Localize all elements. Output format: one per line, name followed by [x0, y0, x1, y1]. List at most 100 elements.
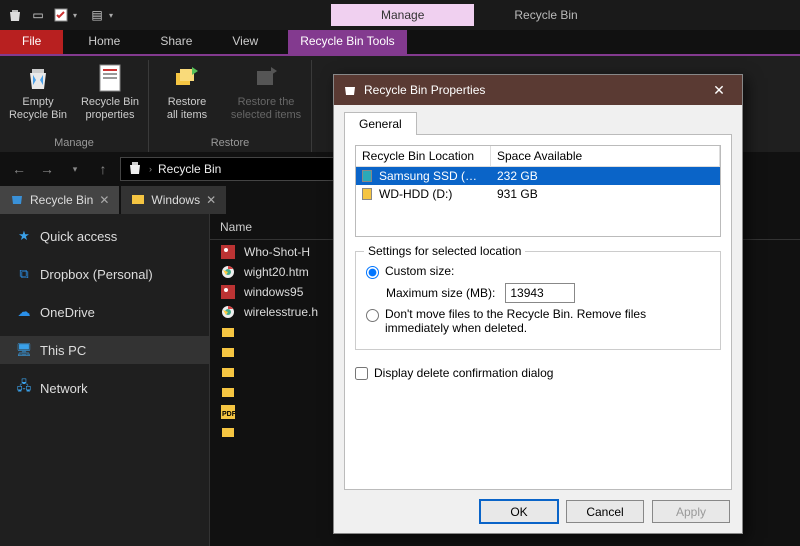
onedrive-icon: ☁	[16, 304, 32, 320]
restore-all-items-button[interactable]: Restore all items	[151, 60, 223, 137]
folder-y-icon	[220, 384, 236, 400]
document-tab-windows[interactable]: Windows ✕	[121, 186, 226, 214]
tab-file[interactable]: File	[0, 30, 63, 54]
settings-groupbox: Settings for selected location Custom si…	[355, 251, 721, 350]
tab-share[interactable]: Share	[140, 30, 212, 54]
properties-sheet-icon	[94, 62, 126, 94]
drive-location: WD-HDD (D:)	[379, 187, 452, 201]
pc-icon: 🖥	[16, 342, 32, 358]
drive-list[interactable]: Recycle Bin Location Space Available Sam…	[355, 145, 721, 237]
close-tab-icon[interactable]: ✕	[99, 193, 109, 207]
drive-list-col-location[interactable]: Recycle Bin Location	[356, 146, 491, 166]
document-tab-recycle-bin[interactable]: Recycle Bin ✕	[0, 186, 119, 214]
tab-view[interactable]: View	[212, 30, 278, 54]
recycle-bin-properties-label: Recycle Bin properties	[81, 94, 139, 122]
nav-this-pc[interactable]: 🖥 This PC	[0, 336, 209, 364]
recycle-bin-icon	[127, 160, 143, 179]
apply-button[interactable]: Apply	[652, 500, 730, 523]
radio-custom-size[interactable]: Custom size:	[366, 264, 710, 279]
restore-selected-label: Restore the selected items	[231, 94, 301, 122]
recycle-bin-properties-dialog: Recycle Bin Properties ✕ General Recycle…	[333, 74, 743, 534]
nav-back-button[interactable]: ←	[8, 158, 30, 180]
pdf-icon: PDF	[220, 404, 236, 420]
drive-icon	[362, 170, 372, 182]
radio-dont-move[interactable]: Don't move files to the Recycle Bin. Rem…	[366, 307, 710, 335]
nav-history-dropdown[interactable]: ▾	[64, 158, 86, 180]
nav-item-label: Network	[40, 381, 88, 396]
max-size-label: Maximum size (MB):	[386, 286, 495, 300]
file-name: windows95	[244, 285, 303, 299]
empty-recycle-bin-button[interactable]: Empty Recycle Bin	[2, 60, 74, 137]
image-icon	[220, 284, 236, 300]
recycle-bin-icon	[10, 192, 24, 209]
folder-y-icon	[220, 344, 236, 360]
checkbox-confirm-delete-input[interactable]	[355, 367, 368, 380]
tab-recycle-bin-tools[interactable]: Recycle Bin Tools	[288, 30, 407, 54]
ok-button[interactable]: OK	[480, 500, 558, 523]
qat-new-folder-icon[interactable]: ▭	[27, 4, 49, 26]
ribbon-group-manage-label: Manage	[54, 137, 94, 152]
dialog-tab-control: General Recycle Bin Location Space Avail…	[344, 111, 732, 490]
chrome-icon	[220, 304, 236, 320]
folder-y-icon	[220, 424, 236, 440]
chrome-icon	[220, 264, 236, 280]
document-tab-label: Recycle Bin	[30, 193, 93, 207]
qat-properties-dropdown-icon[interactable]: ▾	[73, 11, 85, 20]
recycle-bin-empty-icon	[22, 62, 54, 94]
svg-text:PDF: PDF	[222, 411, 235, 418]
star-icon: ★	[16, 228, 32, 244]
nav-network[interactable]: 🖧 Network	[0, 374, 209, 402]
nav-item-label: Dropbox (Personal)	[40, 267, 153, 282]
file-name: wight20.htm	[244, 265, 309, 279]
breadcrumb-location[interactable]: Recycle Bin	[158, 162, 221, 176]
radio-custom-size-input[interactable]	[366, 266, 379, 279]
folder-y-icon	[220, 324, 236, 340]
image-icon	[220, 244, 236, 260]
qat-properties-icon[interactable]	[50, 4, 72, 26]
nav-up-button[interactable]: ↑	[92, 158, 114, 180]
folder-y-icon	[220, 364, 236, 380]
radio-dont-move-input[interactable]	[366, 309, 379, 322]
drive-location: Samsung SSD (…	[379, 169, 477, 183]
qat-more-dropdown-icon[interactable]: ▾	[109, 11, 121, 20]
checkbox-confirm-delete[interactable]: Display delete confirmation dialog	[355, 366, 721, 380]
recycle-bin-icon	[342, 82, 358, 98]
window-title: Recycle Bin	[514, 8, 577, 22]
close-tab-icon[interactable]: ✕	[206, 193, 216, 207]
restore-selected-icon	[250, 62, 282, 94]
nav-dropbox[interactable]: ⧉ Dropbox (Personal)	[0, 260, 209, 288]
file-name: Who-Shot-H	[244, 245, 310, 259]
recycle-bin-properties-button[interactable]: Recycle Bin properties	[74, 60, 146, 137]
window-titlebar: ▭ ▾ ▤ ▾ Manage Recycle Bin	[0, 0, 800, 30]
qat-recycle-bin-icon[interactable]	[4, 4, 26, 26]
navigation-pane: ★ Quick access ⧉ Dropbox (Personal) ☁ On…	[0, 214, 210, 546]
drive-row[interactable]: WD-HDD (D:) 931 GB	[356, 185, 720, 203]
empty-recycle-bin-label: Empty Recycle Bin	[9, 94, 67, 122]
settings-groupbox-legend: Settings for selected location	[364, 244, 525, 258]
max-size-input[interactable]	[505, 283, 575, 303]
restore-all-icon	[171, 62, 203, 94]
tab-general[interactable]: General	[344, 112, 417, 135]
ribbon-group-restore-label: Restore	[211, 137, 250, 152]
ribbon-context-header: Manage	[331, 4, 474, 26]
drive-row[interactable]: Samsung SSD (… 232 GB	[356, 167, 720, 185]
drive-space: 931 GB	[491, 185, 720, 203]
qat-delete-icon[interactable]: ▤	[86, 4, 108, 26]
drive-space: 232 GB	[491, 167, 720, 185]
restore-selected-items-button: Restore the selected items	[223, 60, 309, 137]
nav-quick-access[interactable]: ★ Quick access	[0, 222, 209, 250]
breadcrumb-separator-icon: ›	[149, 164, 152, 174]
dialog-close-button[interactable]: ✕	[704, 75, 734, 105]
nav-onedrive[interactable]: ☁ OneDrive	[0, 298, 209, 326]
checkbox-confirm-delete-label: Display delete confirmation dialog	[374, 366, 553, 380]
dialog-titlebar[interactable]: Recycle Bin Properties ✕	[334, 75, 742, 105]
drive-list-col-space[interactable]: Space Available	[491, 146, 720, 166]
nav-item-label: OneDrive	[40, 305, 95, 320]
nav-forward-button[interactable]: →	[36, 158, 58, 180]
drive-icon	[362, 188, 372, 200]
document-tab-label: Windows	[151, 193, 200, 207]
dialog-title: Recycle Bin Properties	[364, 83, 485, 97]
cancel-button[interactable]: Cancel	[566, 500, 644, 523]
network-icon: 🖧	[16, 380, 32, 396]
tab-home[interactable]: Home	[68, 30, 140, 54]
